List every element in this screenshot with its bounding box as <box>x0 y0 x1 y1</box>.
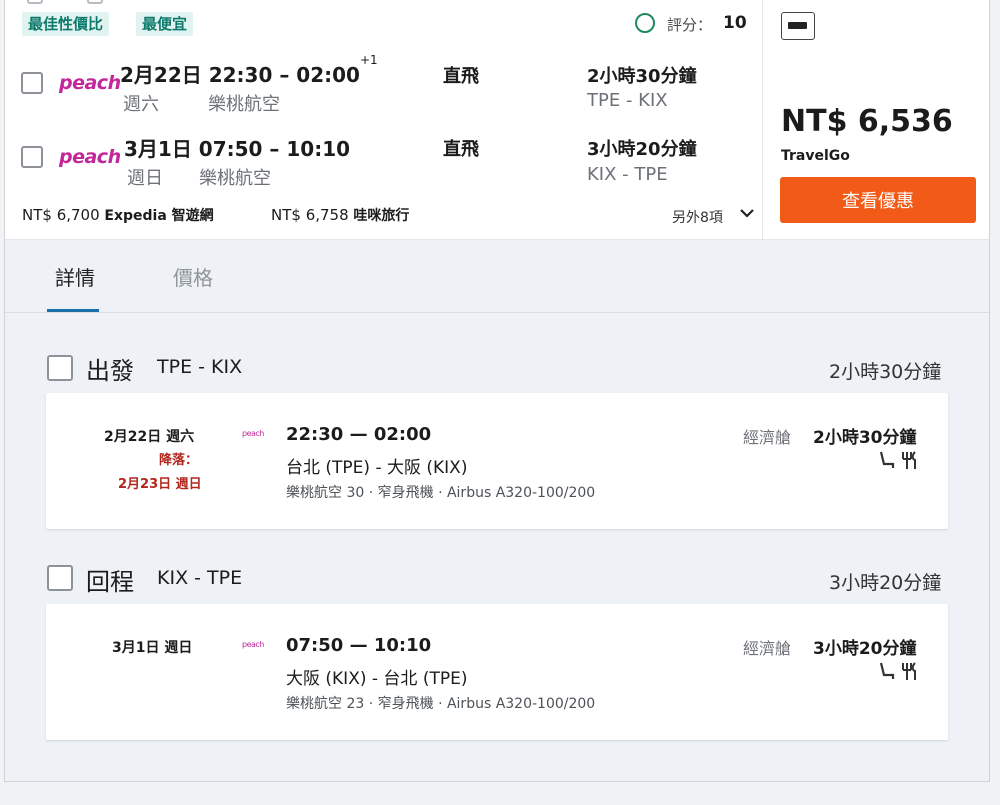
segment-date: 2月22日 週六 <box>104 429 195 445</box>
best-value-tag: 最佳性價比 <box>22 12 110 36</box>
outbound-leg-route: TPE - KIX <box>157 356 243 378</box>
flight-result-card: 最佳性價比 最便宜 評分： 10 peach 2月22日 22:30 – 02:… <box>4 0 990 782</box>
return-route: KIX - TPE <box>587 164 668 185</box>
result-summary: 最佳性價比 最便宜 評分： 10 peach 2月22日 22:30 – 02:… <box>5 0 989 240</box>
return-stops: 直飛 <box>443 139 479 160</box>
alt-price-expedia[interactable]: NT$ 6,700 Expedia 智遊網 <box>22 205 214 225</box>
return-leg-duration: 3小時20分鐘 <box>829 572 942 594</box>
seat-meal-icons <box>879 662 916 680</box>
itinerary-summary[interactable]: 最佳性價比 最便宜 評分： 10 peach 2月22日 22:30 – 02:… <box>5 0 762 239</box>
score-label: 評分： <box>667 16 713 34</box>
active-tab-indicator <box>47 309 99 312</box>
alt-price-value: NT$ 6,700 <box>22 206 100 224</box>
alt-price-provider: Expedia 智遊網 <box>104 208 214 224</box>
outbound-select-checkbox[interactable] <box>21 72 43 94</box>
outbound-leg-duration: 2小時30分鐘 <box>829 361 942 383</box>
outbound-time: 2月22日 22:30 – 02:00+1 <box>120 53 378 88</box>
outbound-route: TPE - KIX <box>587 90 668 111</box>
peach-logo-icon: peach <box>242 429 264 438</box>
segment-duration: 3小時20分鐘 <box>813 639 917 659</box>
credit-card-icon <box>781 12 815 40</box>
peach-logo-icon: peach <box>242 640 264 649</box>
tab-details[interactable]: 詳情 <box>55 262 95 291</box>
alt-price-provider: 哇咪旅行 <box>353 208 410 224</box>
outbound-stops: 直飛 <box>443 66 479 87</box>
return-select-checkbox[interactable] <box>21 146 43 168</box>
peach-logo-icon: peach <box>59 72 121 94</box>
alt-price-value: NT$ 6,758 <box>271 206 349 224</box>
collapsed-control-left <box>27 0 43 4</box>
segment-time: 22:30 — 02:00 <box>286 424 432 445</box>
score-value: 10 <box>723 13 747 33</box>
segment-aircraft-info: 樂桃航空 23 · 窄身飛機 · Airbus A320-100/200 <box>286 696 596 712</box>
more-options-link[interactable]: 另外8項 <box>672 207 723 227</box>
deal-panel: NT$ 6,536 TravelGo 查看優惠 <box>762 0 990 239</box>
cabin-class: 經濟艙 <box>743 428 792 447</box>
seat-icon <box>879 662 895 679</box>
meal-icon <box>902 662 916 680</box>
cheapest-tag: 最便宜 <box>136 12 194 36</box>
score-ring-icon <box>635 13 655 33</box>
deal-price: NT$ 6,536 <box>781 104 953 139</box>
arrival-label: 降落： <box>159 453 199 468</box>
chevron-down-icon[interactable] <box>740 208 754 218</box>
return-leg-checkbox[interactable] <box>47 565 73 591</box>
outbound-weekday: 週六 <box>123 94 159 115</box>
seat-meal-icons <box>879 451 916 469</box>
outbound-airline: 樂桃航空 <box>208 94 280 115</box>
segment-date: 3月1日 週日 <box>112 640 193 656</box>
alt-price-wami[interactable]: NT$ 6,758 哇咪旅行 <box>271 205 409 225</box>
return-airline: 樂桃航空 <box>199 168 271 189</box>
return-weekday: 週日 <box>127 168 163 189</box>
outbound-leg-checkbox[interactable] <box>47 355 73 381</box>
outbound-segment[interactable]: 2月22日 週六 降落： 2月23日 週日 peach 22:30 — 02:0… <box>46 393 948 529</box>
segment-duration: 2小時30分鐘 <box>813 428 917 448</box>
outbound-time-text: 2月22日 22:30 – 02:00 <box>120 63 360 87</box>
segment-time: 07:50 — 10:10 <box>286 635 432 656</box>
outbound-leg-label: 出發 <box>86 357 134 385</box>
deal-provider: TravelGo <box>781 148 850 164</box>
return-time: 3月1日 07:50 – 10:10 <box>124 137 351 161</box>
detail-tabs: 詳情 價格 <box>5 240 989 313</box>
segment-aircraft-info: 樂桃航空 30 · 窄身飛機 · Airbus A320-100/200 <box>286 485 596 501</box>
seat-icon <box>879 451 895 468</box>
day-offset: +1 <box>359 53 378 67</box>
collapsed-control-right <box>87 0 103 4</box>
peach-logo-icon: peach <box>59 146 121 168</box>
cabin-class: 經濟艙 <box>743 639 792 658</box>
return-segment[interactable]: 3月1日 週日 peach 07:50 — 10:10 大阪 (KIX) - 台… <box>46 604 948 740</box>
tab-prices[interactable]: 價格 <box>173 262 213 291</box>
return-leg-label: 回程 <box>86 568 134 596</box>
segment-route: 大阪 (KIX) - 台北 (TPE) <box>286 669 468 689</box>
view-deal-button[interactable]: 查看優惠 <box>780 177 976 223</box>
arrival-date: 2月23日 週日 <box>118 477 202 492</box>
outbound-duration: 2小時30分鐘 <box>587 66 697 87</box>
return-duration: 3小時20分鐘 <box>587 139 697 160</box>
meal-icon <box>902 451 916 469</box>
segment-route: 台北 (TPE) - 大阪 (KIX) <box>286 458 468 478</box>
return-leg-route: KIX - TPE <box>157 567 243 589</box>
